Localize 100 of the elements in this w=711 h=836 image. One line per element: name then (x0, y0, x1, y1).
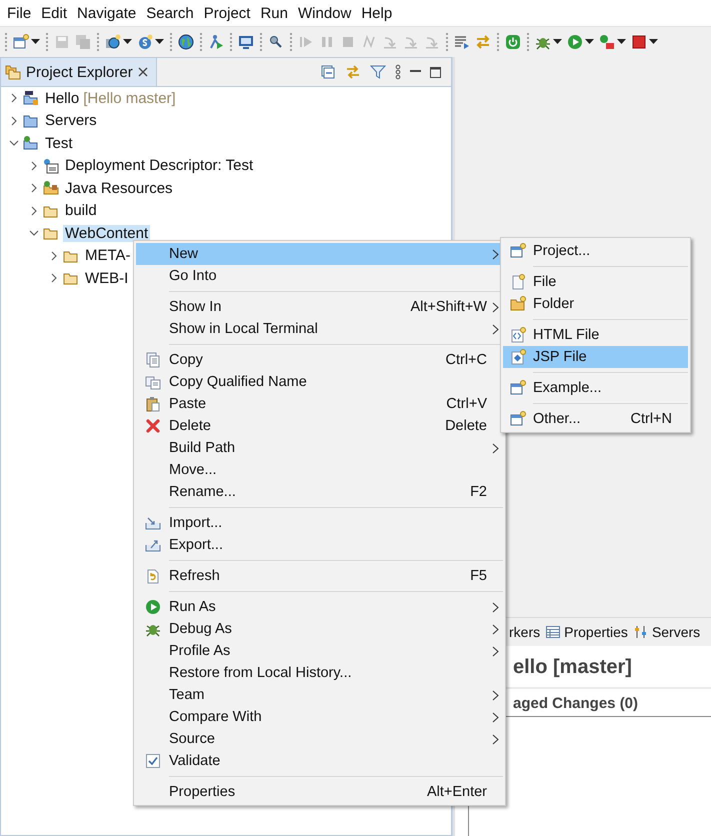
chevron-right-icon[interactable] (49, 273, 59, 284)
toolbar-button[interactable] (597, 32, 628, 52)
dropdown-caret-icon[interactable] (585, 39, 594, 45)
dropdown-caret-icon[interactable] (553, 39, 562, 45)
chevron-right-icon[interactable] (9, 93, 19, 104)
maximize-icon[interactable] (430, 66, 441, 78)
chevron-down-icon[interactable] (29, 228, 39, 238)
dropdown-caret-icon[interactable] (649, 39, 658, 45)
package-folder-icon (43, 180, 59, 196)
step-arrow-icon (382, 34, 398, 50)
menu-item[interactable]: HTML File (503, 324, 688, 346)
menu-title[interactable]: Navigate (72, 4, 142, 22)
menu-item[interactable]: Example... (503, 377, 688, 399)
tree-item[interactable]: Hello (43, 90, 82, 107)
stop-icon (340, 34, 356, 50)
tree-item[interactable]: Java Resources (63, 180, 175, 197)
view-tab[interactable]: Properties (545, 624, 628, 640)
project-jar-icon (23, 90, 39, 106)
chevron-down-icon[interactable] (9, 138, 19, 148)
new-window-icon (13, 34, 29, 50)
file-icon (510, 274, 526, 290)
tree-item[interactable]: WebContent (63, 224, 150, 242)
toolbox-play-icon (599, 34, 615, 50)
menu-item[interactable]: Move... (136, 459, 503, 481)
menu-item[interactable]: Delete Delete (136, 415, 503, 437)
menu-item[interactable]: File (503, 271, 688, 293)
copy-icon (144, 374, 160, 390)
step-arrow-icon (424, 34, 440, 50)
folder-icon (23, 112, 39, 129)
menu-item[interactable]: Validate (136, 750, 503, 772)
menu-item[interactable]: Build Path (136, 437, 503, 459)
play-icon (144, 599, 160, 615)
menu-item[interactable]: Copy Ctrl+C (136, 349, 503, 371)
refresh-icon (144, 568, 160, 584)
dropdown-caret-icon[interactable] (617, 39, 626, 45)
copy-icon (144, 352, 160, 368)
menu-item[interactable]: Debug As (136, 618, 503, 640)
chevron-right-icon[interactable] (29, 206, 39, 216)
toolbar-button[interactable] (176, 32, 196, 52)
server-icon (632, 624, 649, 640)
tree-item[interactable]: Servers (43, 112, 99, 130)
resume-icon (298, 34, 314, 50)
collapse-all-icon[interactable] (320, 64, 336, 80)
jsp-file-icon (510, 349, 526, 365)
menu-title[interactable]: File (2, 4, 36, 22)
menu-item[interactable]: Go Into (136, 265, 503, 287)
step-arrow-icon (403, 34, 419, 50)
menu-item[interactable]: JSP File (503, 346, 688, 368)
stop-icon (631, 34, 647, 50)
checkbox[interactable] (144, 753, 160, 769)
filter-icon[interactable] (370, 64, 386, 80)
menu-item[interactable]: Import... (136, 512, 503, 534)
menu-item[interactable]: Show in Local Terminal (136, 318, 503, 340)
play-icon (567, 34, 583, 50)
tree-item[interactable]: Deployment Descriptor: Test (63, 157, 256, 174)
paste-icon (144, 396, 160, 412)
close-icon[interactable] (138, 67, 148, 77)
tree-item[interactable]: build (63, 202, 99, 220)
menu-title[interactable]: Project (198, 4, 256, 22)
menu-item[interactable]: Source (136, 728, 503, 750)
menu-item[interactable]: Properties Alt+Enter (136, 781, 503, 803)
table-icon (545, 624, 562, 640)
folders-icon (5, 64, 21, 80)
menu-item[interactable]: Folder (503, 293, 688, 315)
globe-plus-icon (105, 34, 121, 50)
menu-item[interactable]: Run As (136, 596, 503, 618)
menu-title[interactable]: Help (356, 4, 398, 22)
dropdown-caret-icon[interactable] (155, 39, 164, 45)
menu-item[interactable]: Project... (503, 240, 688, 262)
menu-title[interactable]: Window (292, 4, 356, 22)
arrows-icon (475, 34, 491, 50)
minimize-icon[interactable] (410, 70, 421, 74)
menu-title[interactable]: Search (141, 4, 199, 22)
menu-item[interactable]: Other... Ctrl+N (503, 408, 688, 430)
menu-item[interactable]: Refresh F5 (136, 565, 503, 587)
tree-item[interactable]: META- (83, 247, 133, 264)
html-file-icon (510, 327, 526, 343)
pause-icon (319, 34, 335, 50)
menu-item[interactable]: Rename... F2 (136, 481, 503, 503)
chevron-right-icon[interactable] (29, 160, 39, 171)
menu-item[interactable]: Copy Qualified Name (136, 371, 503, 393)
menu-item[interactable]: Export... (136, 534, 503, 556)
chevron-right-icon[interactable] (49, 250, 59, 261)
tree-item[interactable]: WEB-I (83, 270, 130, 287)
view-tab[interactable]: rkers (509, 624, 540, 640)
menu-title[interactable]: Edit (36, 4, 72, 22)
toolbar-button[interactable] (565, 32, 596, 52)
menu-item[interactable]: Show In Alt+Shift+W (136, 296, 503, 318)
view-tab[interactable]: Servers (632, 624, 700, 640)
menu-item[interactable]: New (136, 243, 503, 265)
lines-arrow-icon (454, 34, 470, 50)
chevron-right-icon[interactable] (29, 183, 39, 194)
more-options-icon[interactable] (395, 64, 401, 80)
tree-item[interactable]: Test (43, 134, 75, 152)
chevron-right-icon[interactable] (9, 116, 19, 126)
menu-title[interactable]: Run (255, 4, 293, 22)
dropdown-caret-icon[interactable] (31, 39, 40, 45)
menu-item[interactable]: Paste Ctrl+V (136, 393, 503, 415)
dropdown-caret-icon[interactable] (123, 39, 132, 45)
view-tab[interactable]: Project Explorer (1, 58, 157, 86)
